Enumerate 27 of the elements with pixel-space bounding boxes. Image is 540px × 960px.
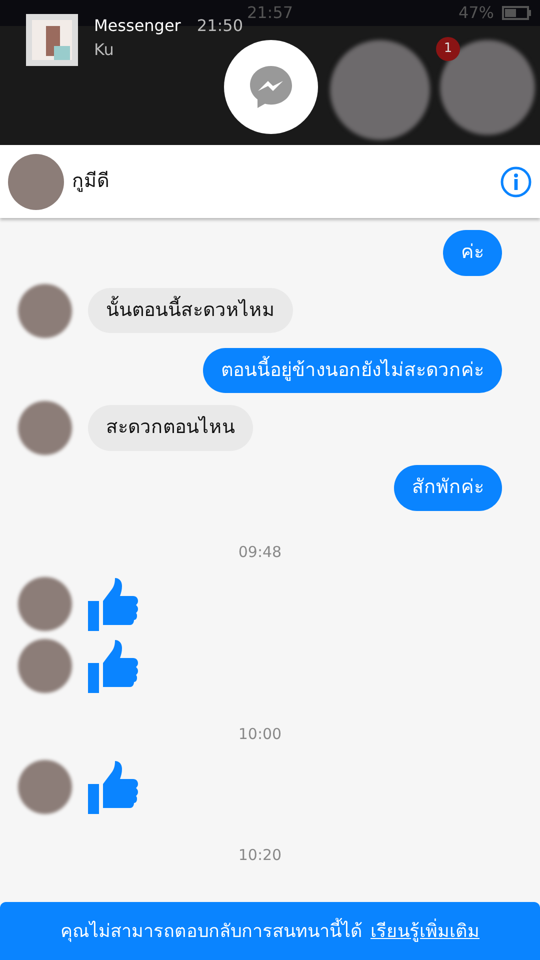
timestamp: 10:00 xyxy=(238,724,282,746)
contact-name: กูมีดี xyxy=(72,169,110,194)
thumbs-up-icon xyxy=(88,639,140,694)
avatar xyxy=(18,284,72,338)
battery-percent: 47% xyxy=(458,2,494,24)
notification-app: Messenger xyxy=(94,15,181,37)
avatar xyxy=(18,639,72,694)
avatar xyxy=(18,577,72,632)
info-icon[interactable] xyxy=(500,166,532,198)
battery-icon xyxy=(502,6,532,20)
message-bubble: นั้นตอนนี้สะดวหไหม xyxy=(88,288,293,334)
message-bubble: ตอนนี้อยู่ข้างนอกยังไม่สะดวกค่ะ xyxy=(203,348,502,394)
message-bubble: สะดวกตอนไหน xyxy=(88,405,253,452)
notification-preview: Ku xyxy=(94,39,115,61)
timestamp: 09:48 xyxy=(238,542,282,563)
thumbs-up-icon xyxy=(88,760,140,814)
thumbs-up-icon xyxy=(88,577,140,632)
notice-text: คุณไม่สามารถตอบกลับการสนทนานี้ได้ xyxy=(60,918,362,944)
message-bubble: ค่ะ xyxy=(443,230,502,276)
status-time: 21:57 xyxy=(246,2,294,24)
avatar xyxy=(18,760,72,814)
message-bubble: สักพักค่ะ xyxy=(394,465,502,511)
timestamp: 10:20 xyxy=(238,844,282,866)
notification-time: 21:50 xyxy=(196,15,243,37)
notification-badge: 1 xyxy=(436,37,460,61)
avatar xyxy=(18,401,72,456)
learn-more-link[interactable]: เรียนรู้เพิ่มเติม xyxy=(370,918,480,944)
